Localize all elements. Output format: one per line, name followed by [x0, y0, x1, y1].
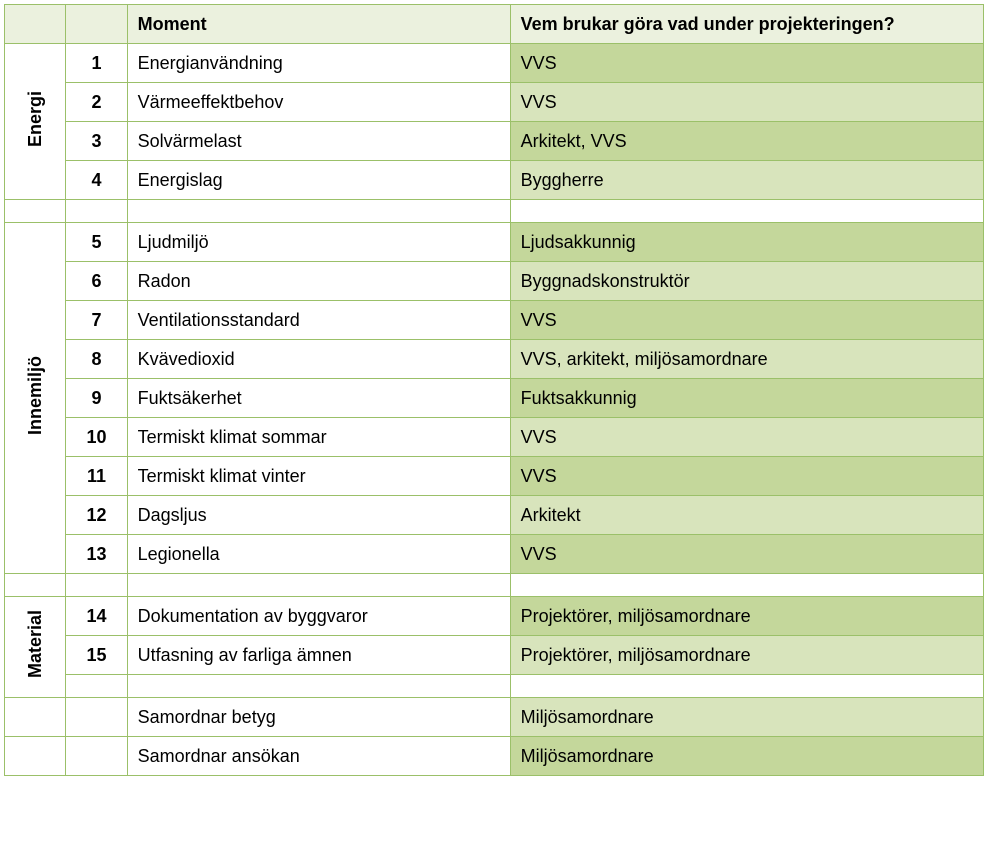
row-moment: Solvärmelast — [127, 122, 510, 161]
blank-cat — [5, 737, 66, 776]
blank-cat — [5, 698, 66, 737]
row-moment: Ljudmiljö — [127, 223, 510, 262]
row-num: 14 — [66, 597, 127, 636]
header-moment: Moment — [127, 5, 510, 44]
table-row: 6 Radon Byggnadskonstruktör — [5, 262, 984, 301]
row-who: VVS — [510, 535, 983, 574]
category-label: Energi — [25, 91, 46, 147]
row-num: 13 — [66, 535, 127, 574]
blank-num — [66, 698, 127, 737]
row-moment: Energislag — [127, 161, 510, 200]
row-moment: Samordnar ansökan — [127, 737, 510, 776]
row-moment: Dagsljus — [127, 496, 510, 535]
spacer-row — [5, 574, 984, 597]
header-blank-num — [66, 5, 127, 44]
row-who: Ljudsakkunnig — [510, 223, 983, 262]
category-innemiljo: Innemiljö — [5, 223, 66, 574]
row-moment: Energianvändning — [127, 44, 510, 83]
row-who: Byggnadskonstruktör — [510, 262, 983, 301]
category-material: Material — [5, 597, 66, 698]
row-who: Byggherre — [510, 161, 983, 200]
row-who: Miljösamordnare — [510, 698, 983, 737]
spacer-row — [5, 200, 984, 223]
row-num: 9 — [66, 379, 127, 418]
row-who: VVS — [510, 44, 983, 83]
row-who: Fuktsakkunnig — [510, 379, 983, 418]
row-who: VVS — [510, 83, 983, 122]
table-row: 7 Ventilationsstandard VVS — [5, 301, 984, 340]
row-who: VVS — [510, 457, 983, 496]
blank-num — [66, 737, 127, 776]
row-who: VVS, arkitekt, miljösamordnare — [510, 340, 983, 379]
row-who: Miljösamordnare — [510, 737, 983, 776]
table-row: 11 Termiskt klimat vinter VVS — [5, 457, 984, 496]
row-num: 5 — [66, 223, 127, 262]
table-row: Samordnar ansökan Miljösamordnare — [5, 737, 984, 776]
table-row: 2 Värmeeffektbehov VVS — [5, 83, 984, 122]
row-moment: Kvävedioxid — [127, 340, 510, 379]
main-table: Moment Vem brukar göra vad under projekt… — [4, 4, 984, 776]
row-who: Arkitekt, VVS — [510, 122, 983, 161]
row-num: 2 — [66, 83, 127, 122]
row-num: 12 — [66, 496, 127, 535]
spacer-row — [5, 675, 984, 698]
row-who: Arkitekt — [510, 496, 983, 535]
table-row: Material 14 Dokumentation av byggvaror P… — [5, 597, 984, 636]
table-row: Samordnar betyg Miljösamordnare — [5, 698, 984, 737]
table-row: 10 Termiskt klimat sommar VVS — [5, 418, 984, 457]
header-blank-cat — [5, 5, 66, 44]
row-moment: Termiskt klimat vinter — [127, 457, 510, 496]
category-energi: Energi — [5, 44, 66, 200]
row-num: 3 — [66, 122, 127, 161]
table-row: 8 Kvävedioxid VVS, arkitekt, miljösamord… — [5, 340, 984, 379]
row-num: 4 — [66, 161, 127, 200]
row-moment: Ventilationsstandard — [127, 301, 510, 340]
row-moment: Fuktsäkerhet — [127, 379, 510, 418]
table-row: 13 Legionella VVS — [5, 535, 984, 574]
row-moment: Utfasning av farliga ämnen — [127, 636, 510, 675]
table-row: 4 Energislag Byggherre — [5, 161, 984, 200]
row-num: 8 — [66, 340, 127, 379]
row-num: 1 — [66, 44, 127, 83]
row-moment: Värmeeffektbehov — [127, 83, 510, 122]
table-row: 9 Fuktsäkerhet Fuktsakkunnig — [5, 379, 984, 418]
header-row: Moment Vem brukar göra vad under projekt… — [5, 5, 984, 44]
row-moment: Legionella — [127, 535, 510, 574]
table-row: 3 Solvärmelast Arkitekt, VVS — [5, 122, 984, 161]
row-who: Projektörer, miljösamordnare — [510, 636, 983, 675]
row-num: 15 — [66, 636, 127, 675]
table-row: Energi 1 Energianvändning VVS — [5, 44, 984, 83]
row-num: 7 — [66, 301, 127, 340]
table-row: 12 Dagsljus Arkitekt — [5, 496, 984, 535]
row-moment: Radon — [127, 262, 510, 301]
row-moment: Dokumentation av byggvaror — [127, 597, 510, 636]
row-num: 10 — [66, 418, 127, 457]
row-who: Projektörer, miljösamordnare — [510, 597, 983, 636]
header-who: Vem brukar göra vad under projekteringen… — [510, 5, 983, 44]
table-row: Innemiljö 5 Ljudmiljö Ljudsakkunnig — [5, 223, 984, 262]
category-label: Innemiljö — [25, 356, 46, 435]
row-moment: Samordnar betyg — [127, 698, 510, 737]
row-num: 6 — [66, 262, 127, 301]
category-label: Material — [25, 610, 46, 678]
row-who: VVS — [510, 301, 983, 340]
row-moment: Termiskt klimat sommar — [127, 418, 510, 457]
row-num: 11 — [66, 457, 127, 496]
table-row: 15 Utfasning av farliga ämnen Projektöre… — [5, 636, 984, 675]
row-who: VVS — [510, 418, 983, 457]
